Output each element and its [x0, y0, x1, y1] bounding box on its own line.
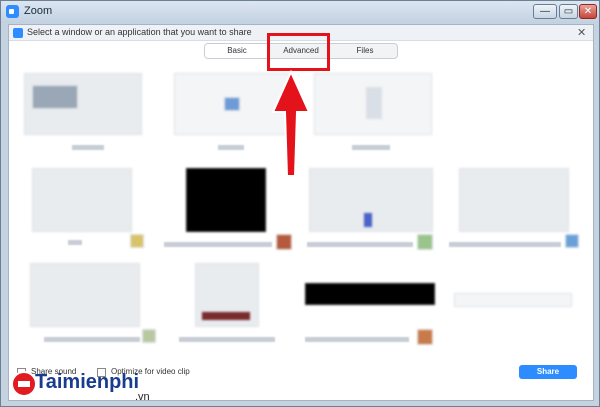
- share-thumbnail-window[interactable]: [24, 168, 144, 258]
- watermark-logo: Taimienphi .vn: [11, 369, 161, 407]
- share-thumbnail-window[interactable]: [164, 168, 294, 258]
- dialog-instruction: Select a window or an application that y…: [27, 27, 252, 37]
- watermark-suffix: .vn: [135, 391, 150, 403]
- share-thumbnail-iphone[interactable]: [314, 73, 434, 153]
- dialog-close-icon[interactable]: ✕: [577, 26, 586, 39]
- app-window: Zoom — ▭ ✕ Select a window or an applica…: [0, 0, 600, 407]
- share-thumbnail-window[interactable]: [24, 263, 156, 353]
- window-title: Zoom: [24, 5, 53, 17]
- watermark-icon: [11, 371, 37, 397]
- red-arrow-icon: [271, 70, 311, 177]
- title-bar[interactable]: Zoom — ▭ ✕: [1, 1, 599, 23]
- share-thumbnail-window[interactable]: [305, 263, 445, 353]
- highlight-box: [267, 33, 330, 71]
- share-thumbnail-window[interactable]: [454, 263, 584, 353]
- tab-files[interactable]: Files: [333, 44, 397, 58]
- share-button[interactable]: Share: [519, 365, 577, 379]
- close-button[interactable]: ✕: [579, 4, 597, 19]
- share-dialog: Select a window or an application that y…: [8, 24, 594, 401]
- zoom-logo-icon: [13, 28, 23, 38]
- zoom-logo-icon: [6, 5, 19, 18]
- share-thumbnail-window[interactable]: [449, 168, 579, 258]
- minimize-button[interactable]: —: [533, 4, 557, 19]
- maximize-button[interactable]: ▭: [559, 4, 578, 19]
- share-thumbnail-desktop[interactable]: [24, 73, 144, 153]
- share-thumbnail-window[interactable]: [179, 263, 299, 353]
- share-thumbnail-window[interactable]: [307, 168, 437, 258]
- tab-basic[interactable]: Basic: [205, 44, 269, 58]
- watermark-brand: Taimienphi: [35, 371, 140, 393]
